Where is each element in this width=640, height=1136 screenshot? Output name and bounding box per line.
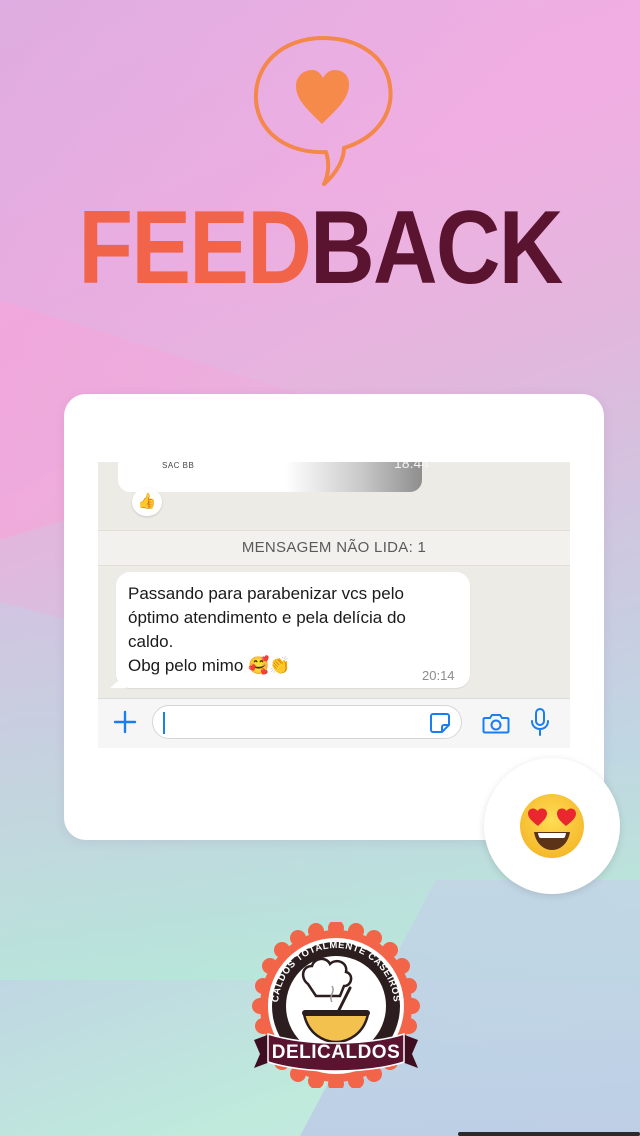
previous-message-sender: SAC BB [162, 462, 195, 470]
emoji-badge [484, 758, 620, 894]
page-title: FEEDBACK [45, 188, 595, 308]
camera-icon[interactable] [482, 711, 510, 735]
plus-icon[interactable] [112, 709, 138, 735]
message-time: 20:14 [422, 668, 455, 683]
delicaldos-logo: CALDOS TOTALMENTE CASEIROS DELICALDOS [252, 922, 420, 1088]
logo-name: DELICALDOS [272, 1042, 401, 1063]
heart-eyes-emoji-icon [520, 794, 584, 858]
sticker-icon[interactable] [429, 712, 451, 734]
message-input[interactable] [152, 705, 462, 739]
microphone-icon[interactable] [530, 707, 550, 737]
chat-screenshot: SAC BB 18:44 👍 MENSAGEM NÃO LIDA: 1 Pass… [98, 462, 570, 748]
title-feed: FEED [78, 190, 311, 306]
previous-message-time: 18:44 [394, 462, 430, 471]
message-text: Passando para parabenizar vcs pelo óptim… [128, 584, 406, 675]
thumbs-up-reaction[interactable]: 👍 [132, 488, 162, 516]
story-page: FEEDBACK SAC BB 18:44 👍 MENSAGEM NÃO LID… [0, 0, 640, 1136]
title-back: BACK [310, 190, 563, 306]
unread-divider: MENSAGEM NÃO LIDA: 1 [98, 530, 570, 566]
message-input-bar [98, 698, 570, 748]
heart-speech-bubble-icon [253, 36, 393, 186]
text-caret [163, 712, 165, 734]
home-indicator [458, 1132, 640, 1136]
previous-message-bubble: SAC BB 18:44 [118, 462, 429, 492]
